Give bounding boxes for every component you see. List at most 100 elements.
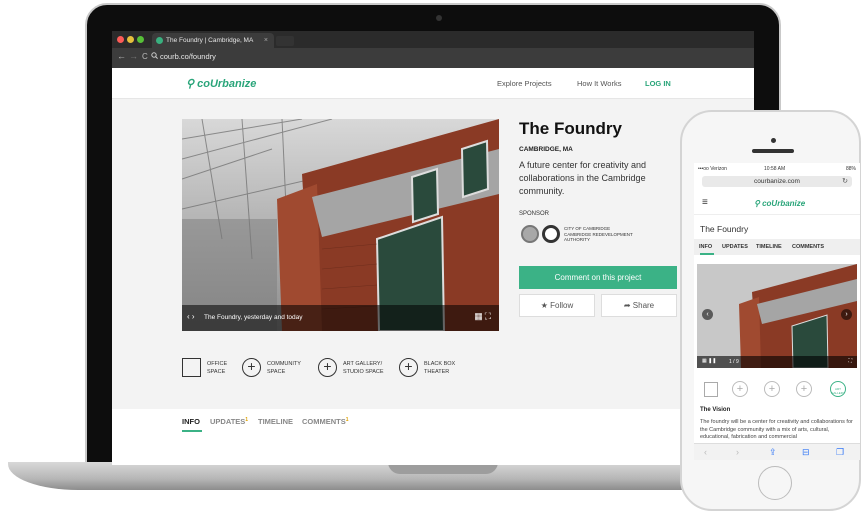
phone-site-logo[interactable]: ⚲ coUrbanize (754, 199, 805, 208)
comment-button[interactable]: Comment on this project (519, 266, 677, 289)
tab-comments[interactable]: COMMENTS1 (302, 417, 349, 426)
carrier-label: •••oo Verizon (698, 166, 727, 172)
browser-tab[interactable]: The Foundry | Cambridge, MA × (152, 33, 274, 48)
tab-info[interactable]: INFO (182, 417, 200, 426)
photo-prev-icon[interactable]: ‹ (702, 309, 713, 320)
phone-active-tab-indicator (700, 253, 714, 255)
foundry-building-image (182, 119, 499, 331)
project-description: A future center for creativity and colla… (519, 160, 647, 196)
bookmarks-icon[interactable]: ⊟ (802, 447, 810, 458)
phone-screen: •••oo Verizon 10:58 AM 88% courbanize.co… (694, 163, 860, 460)
project-photo[interactable]: ‹ › The Foundry, yesterday and today ▦⛶ (182, 119, 499, 331)
grid-icon[interactable]: ▦ ❚❚ (702, 358, 717, 364)
phone-tab-timeline[interactable]: TIMELINE (756, 244, 782, 250)
reload-icon[interactable]: C (142, 52, 148, 61)
laptop-screen: The Foundry | Cambridge, MA × ← → C cour… (112, 31, 754, 465)
sponsor-names: CITY OF CAMBRIDGE CAMBRIDGE REDEVELOPMEN… (564, 226, 634, 243)
plus-circle-icon: + (242, 358, 261, 377)
photo-next-icon[interactable]: › (841, 309, 852, 320)
phone-earpiece (752, 149, 794, 153)
fullscreen-icon[interactable]: ⛶ (848, 358, 852, 364)
phone-camera (771, 138, 776, 143)
share-button[interactable]: ➦ Share (601, 294, 677, 317)
sponsor-name-2: CAMBRIDGE REDEVELOPMENT AUTHORITY (564, 231, 633, 243)
nav-login[interactable]: LOG IN (645, 79, 671, 88)
amenity-line: THEATER (424, 368, 450, 375)
phone-logo-text: coUrbanize (762, 199, 806, 208)
office-building-icon (704, 382, 718, 397)
plus-circle-icon: + (796, 381, 812, 397)
close-window-icon[interactable] (117, 36, 124, 43)
updates-count-badge: 1 (245, 417, 249, 423)
browser-tabbar: The Foundry | Cambridge, MA × (112, 31, 754, 48)
site-logo[interactable]: ⚲ coUrbanize (186, 77, 256, 90)
active-tab-indicator (182, 430, 202, 432)
plus-circle-icon: + (764, 381, 780, 397)
project-location: CAMBRIDGE, MA (519, 146, 573, 153)
phone-photo-bar: ▦ ❚❚ 1 / 9 ⛶ (697, 356, 857, 368)
comments-count-badge: 1 (345, 417, 349, 423)
plus-circle-icon: + (732, 381, 748, 397)
tab-updates[interactable]: UPDATES1 (210, 417, 248, 426)
phone-project-title: The Foundry (700, 224, 749, 234)
phone-url-text: courbanize.com (754, 178, 800, 185)
maximize-window-icon[interactable] (137, 36, 144, 43)
follow-button[interactable]: ★ Follow (519, 294, 595, 317)
art-gallery-badge: ART GALLERY (830, 381, 846, 397)
gallery-grid-icon[interactable]: ▦⛶ (474, 311, 493, 322)
address-bar: ← → C courb.co/foundry (112, 48, 754, 68)
art-gallery-label: ART GALLERY (831, 387, 845, 395)
photo-counter: 1 / 9 (729, 359, 739, 365)
nav-explore-projects[interactable]: Explore Projects (497, 79, 552, 88)
laptop-camera (436, 15, 442, 21)
clock-label: 10:58 AM (764, 166, 786, 172)
amenity-label: ART GALLERY/ STUDIO SPACE (343, 361, 403, 376)
city-seal-icon (521, 225, 539, 243)
back-arrow-icon[interactable]: ← (117, 51, 126, 61)
share-icon[interactable]: ⇪ (769, 447, 777, 458)
tab-comments-label: COMMENTS (302, 417, 346, 426)
phone-foundry-image (697, 264, 857, 368)
tab-timeline[interactable]: TIMELINE (258, 417, 293, 426)
nav-how-it-works[interactable]: How It Works (577, 79, 621, 88)
plus-circle-icon: + (318, 358, 337, 377)
phone-site-header: ≡ ⚲ coUrbanize (694, 193, 860, 215)
sponsor-label: SPONSOR (519, 211, 550, 217)
new-tab-button[interactable] (276, 36, 294, 46)
vision-heading: The Vision (700, 407, 731, 413)
site-logo-text: coUrbanize (197, 78, 257, 90)
forward-arrow-icon[interactable]: → (129, 51, 138, 61)
photo-nav-arrows-icon[interactable]: ‹ › (187, 312, 195, 321)
tabs-icon[interactable]: ❐ (836, 447, 844, 458)
reload-icon[interactable]: ↻ (842, 176, 848, 187)
favicon-icon (156, 37, 163, 44)
minimize-window-icon[interactable] (127, 36, 134, 43)
forward-icon[interactable]: › (736, 447, 739, 457)
site-header: ⚲ coUrbanize Explore Projects How It Wor… (112, 68, 754, 99)
phone-home-button[interactable] (758, 466, 792, 500)
amenity-line: ART GALLERY/ (343, 361, 383, 367)
back-icon[interactable]: ‹ (704, 447, 707, 457)
battery-label: 88% (845, 166, 856, 172)
hamburger-menu-icon[interactable]: ≡ (702, 197, 708, 208)
safari-toolbar: ‹ › ⇪ ⊟ ❐ (694, 443, 860, 460)
url-field[interactable]: courb.co/foundry (160, 52, 216, 61)
phone-url-field[interactable]: courbanize.com ↻ (702, 176, 852, 187)
photo-caption-bar: ‹ › The Foundry, yesterday and today ▦⛶ (182, 305, 499, 331)
office-building-icon (182, 358, 201, 377)
amenity-label: BLACK BOX THEATER (424, 361, 484, 376)
phone-tabs: INFO UPDATES TIMELINE COMMENTS (694, 239, 860, 255)
phone-tab-comments[interactable]: COMMENTS (792, 244, 824, 250)
phone-project-photo[interactable]: ‹ › ▦ ❚❚ 1 / 9 ⛶ (697, 264, 857, 368)
search-icon (151, 52, 158, 61)
cra-logo-icon (542, 225, 560, 243)
tab-updates-label: UPDATES (210, 417, 246, 426)
photo-caption: The Foundry, yesterday and today (204, 314, 303, 321)
tab-title: The Foundry | Cambridge, MA (166, 37, 254, 44)
tab-close-icon[interactable]: × (264, 33, 268, 48)
project-title: The Foundry (519, 119, 622, 138)
plus-circle-icon: + (399, 358, 418, 377)
phone-tab-info[interactable]: INFO (699, 244, 712, 250)
amenity-line: STUDIO SPACE (343, 368, 384, 375)
phone-tab-updates[interactable]: UPDATES (722, 244, 748, 250)
